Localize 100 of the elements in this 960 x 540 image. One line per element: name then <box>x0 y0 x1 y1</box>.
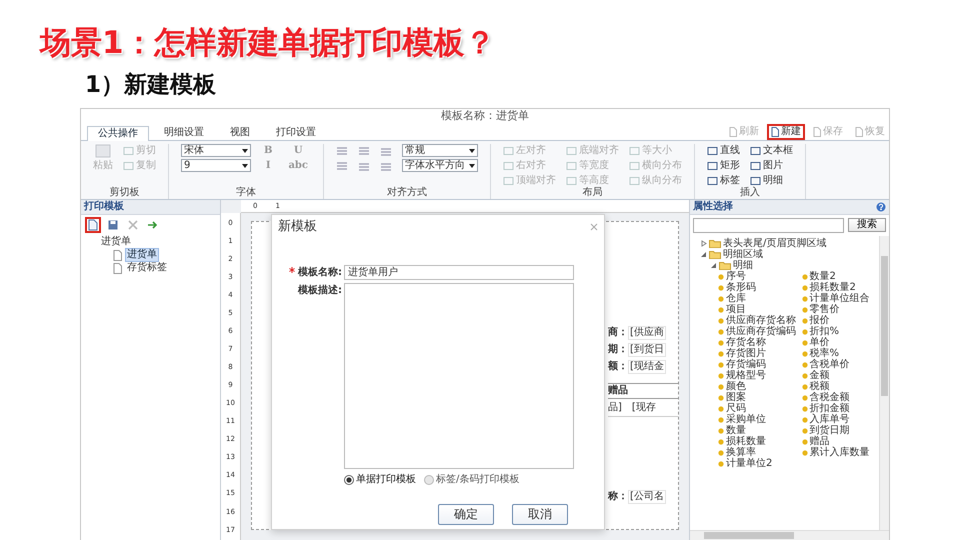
tool-icon <box>629 146 640 156</box>
tool-icon <box>566 176 578 186</box>
dropdown[interactable]: 宋体 <box>181 144 251 157</box>
input-field[interactable]: 进货单用户 <box>344 264 574 280</box>
tree-item[interactable]: 折扣金额 <box>810 403 850 414</box>
tree-item[interactable]: 计量单位2 <box>726 458 772 469</box>
tool-button[interactable]: 矩形 <box>707 160 740 172</box>
align-button[interactable] <box>336 160 348 170</box>
tab[interactable]: 明细设置 <box>153 125 215 140</box>
dropdown[interactable]: 字体水平方向 <box>402 159 478 172</box>
tool-icon <box>750 160 762 170</box>
tree-item[interactable]: 税率% <box>810 348 840 359</box>
align-button[interactable] <box>336 146 348 156</box>
expander-icon[interactable] <box>710 262 717 269</box>
panel-title: 打印模板 <box>81 200 220 215</box>
tree-item[interactable]: 数量 <box>726 425 746 436</box>
tool-icon <box>750 146 762 156</box>
tree-item[interactable]: 存货名称 <box>726 337 766 348</box>
folder-icon <box>709 250 721 259</box>
tree-item[interactable]: 采购单位 <box>726 414 766 425</box>
tree-item[interactable]: 存货编码 <box>726 359 766 370</box>
search-field[interactable] <box>693 218 844 233</box>
tree-item[interactable]: 图案 <box>726 392 746 403</box>
align-button[interactable] <box>380 146 392 156</box>
tree-item[interactable]: 明细区域 <box>723 249 763 260</box>
group-label: 插入 <box>740 187 760 199</box>
tab[interactable]: 打印设置 <box>265 125 327 140</box>
tree-item[interactable]: 颜色 <box>726 381 746 392</box>
tool-button[interactable]: 明细 <box>750 174 794 186</box>
template-field[interactable]: [公司名 <box>628 490 666 504</box>
dialog-button[interactable]: 确定 <box>438 504 494 525</box>
help-icon[interactable] <box>876 202 886 212</box>
radio-option[interactable]: 标签/条码打印模板 <box>424 474 520 486</box>
tab[interactable]: 公共操作 <box>87 126 149 141</box>
dropdown[interactable]: 常规 <box>402 144 478 157</box>
tree-item[interactable]: 零售价 <box>810 304 840 315</box>
tool-button[interactable]: 标签 <box>707 174 740 186</box>
tree-item[interactable]: 损耗数量2 <box>810 282 856 293</box>
tool-icon <box>707 146 718 156</box>
align-button[interactable] <box>380 160 392 170</box>
expander-icon[interactable] <box>700 251 707 258</box>
table-cell: 品] <box>608 402 622 414</box>
search-button[interactable]: 搜索 <box>848 218 886 232</box>
tree-item[interactable]: 含税金额 <box>810 392 850 403</box>
tree-item[interactable]: 入库单号 <box>810 414 850 425</box>
expander-icon[interactable] <box>700 240 707 247</box>
tree-item[interactable]: 计量单位组合 <box>810 293 870 304</box>
tree-item[interactable]: 到货日期 <box>810 425 850 436</box>
arrows-icon <box>147 219 159 231</box>
tree-item[interactable]: 存货图片 <box>726 348 766 359</box>
align-button[interactable] <box>358 160 370 170</box>
template-field[interactable]: [供应商 <box>628 326 666 340</box>
tree-item[interactable]: 数量2 <box>810 271 836 282</box>
tree-item[interactable]: 进货单 <box>99 235 133 249</box>
folder-icon <box>709 239 721 248</box>
tree-item[interactable]: 仓库 <box>726 293 746 304</box>
align-button[interactable] <box>358 146 370 156</box>
caret-icon <box>469 148 476 152</box>
tree-item[interactable]: 供应商存货编码 <box>726 326 796 337</box>
dialog-button[interactable]: 取消 <box>512 504 568 525</box>
tree-item[interactable]: 进货单 <box>125 248 159 262</box>
tool-icon <box>629 176 640 186</box>
tree-item[interactable]: 明细 <box>733 260 753 271</box>
tree-item[interactable]: 供应商存货名称 <box>726 315 796 326</box>
tree-item[interactable]: 累计入库数量 <box>810 447 870 458</box>
field-label: 模板描述: <box>298 284 342 297</box>
document-icon <box>113 262 122 274</box>
template-field[interactable]: [到货日 <box>628 343 666 357</box>
tree-item[interactable]: 序号 <box>726 271 746 282</box>
tree-item[interactable]: 赠品 <box>810 436 830 447</box>
scrollbar[interactable] <box>690 530 889 540</box>
tree-item[interactable]: 换算率 <box>726 447 756 458</box>
tool-button[interactable]: 直线 <box>707 144 740 156</box>
tree-item[interactable]: 折扣% <box>810 326 840 337</box>
tree-item[interactable]: 金额 <box>810 370 830 381</box>
tree-item[interactable]: 损耗数量 <box>726 436 766 447</box>
tab[interactable]: 视图 <box>219 125 261 140</box>
tree-item[interactable]: 规格型号 <box>726 370 766 381</box>
tool-button[interactable]: 文本框 <box>750 144 794 156</box>
close-button[interactable] <box>590 222 598 231</box>
tool-icon <box>503 160 514 170</box>
tree-item[interactable]: 表头表尾/页眉页脚区域 <box>723 238 826 249</box>
tree-item[interactable]: 含税单价 <box>810 359 850 370</box>
radio-icon <box>424 474 434 485</box>
tool-button[interactable]: 图片 <box>750 160 794 172</box>
new-document-icon <box>87 219 99 231</box>
radio-option[interactable]: 单据打印模板 <box>344 474 416 486</box>
dropdown[interactable]: 9 <box>181 159 251 172</box>
tree-item[interactable]: 项目 <box>726 304 746 315</box>
tree-item[interactable]: 存货标签 <box>125 261 169 275</box>
template-field[interactable]: [现结金 <box>628 360 666 374</box>
toolbar-button[interactable]: 新建 <box>767 124 805 140</box>
toolbar-button[interactable] <box>85 217 101 233</box>
scrollbar[interactable] <box>879 236 889 530</box>
tree-item[interactable]: 税额 <box>810 381 830 392</box>
tree-item[interactable]: 条形码 <box>726 282 756 293</box>
tool-icon <box>629 160 640 170</box>
tree-item[interactable]: 报价 <box>810 315 830 326</box>
tree-item[interactable]: 尺码 <box>726 403 746 414</box>
tree-item[interactable]: 单价 <box>810 337 830 348</box>
